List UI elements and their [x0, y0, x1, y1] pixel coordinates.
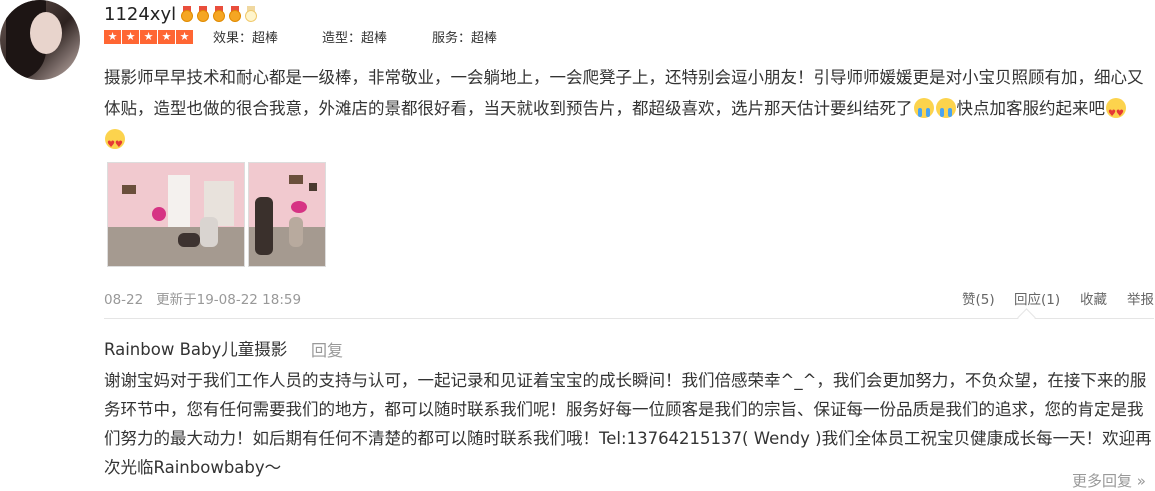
review-text-part2: 快点加客服约起来吧 — [956, 99, 1106, 118]
report-button[interactable]: 举报 — [1127, 288, 1154, 308]
review-photo-2[interactable] — [248, 162, 326, 267]
review-text: 摄影师早早技术和耐心都是一级棒，非常敬业，一会躺地上，一会爬凳子上，还特别会逗小… — [104, 62, 1144, 161]
avatar-face — [30, 12, 62, 54]
like-button[interactable]: 赞(5) — [962, 288, 995, 308]
reply-author[interactable]: Rainbow Baby儿童摄影 — [104, 336, 287, 360]
star-icon: ★ — [104, 30, 121, 44]
reply-count-button[interactable]: 回应(1) — [1014, 288, 1060, 308]
heart-eyes-icon — [105, 129, 125, 161]
user-level-medals — [180, 6, 258, 22]
crying-face-icon — [913, 98, 934, 118]
medal-icon — [196, 6, 210, 22]
reply-text: 谢谢宝妈对于我们工作人员的支持与认可，一起记录和见证着宝宝的成长瞬间！我们倍感荣… — [104, 371, 1152, 477]
medal-icon — [212, 6, 226, 22]
star-icon: ★ — [122, 30, 139, 44]
medal-icon — [180, 6, 194, 22]
heart-eyes-icon — [1106, 98, 1126, 130]
medal-empty-icon — [244, 6, 258, 22]
reply-divider — [104, 318, 1154, 319]
post-date: 08-22 — [104, 292, 144, 308]
user-avatar[interactable] — [0, 0, 80, 80]
review-date: 08-22 更新于19-08-22 18:59 — [104, 288, 301, 308]
username[interactable]: 1124xyl — [104, 4, 176, 25]
star-icon: ★ — [158, 30, 175, 44]
review-photo-1[interactable] — [107, 162, 245, 267]
reply-button[interactable]: 回复 — [311, 337, 343, 361]
reply-caret — [1017, 308, 1036, 327]
rating-stars: ★ ★ ★ ★ ★ — [104, 30, 193, 44]
star-icon: ★ — [176, 30, 193, 44]
star-icon: ★ — [140, 30, 157, 44]
score-styling: 造型：超棒 — [322, 31, 388, 46]
crying-face-icon — [935, 98, 956, 118]
collect-button[interactable]: 收藏 — [1080, 288, 1107, 308]
score-effect: 效果：超棒 — [213, 31, 279, 46]
score-service: 服务：超棒 — [432, 31, 498, 46]
medal-icon — [228, 6, 242, 22]
updated-time: 更新于19-08-22 18:59 — [156, 292, 302, 308]
